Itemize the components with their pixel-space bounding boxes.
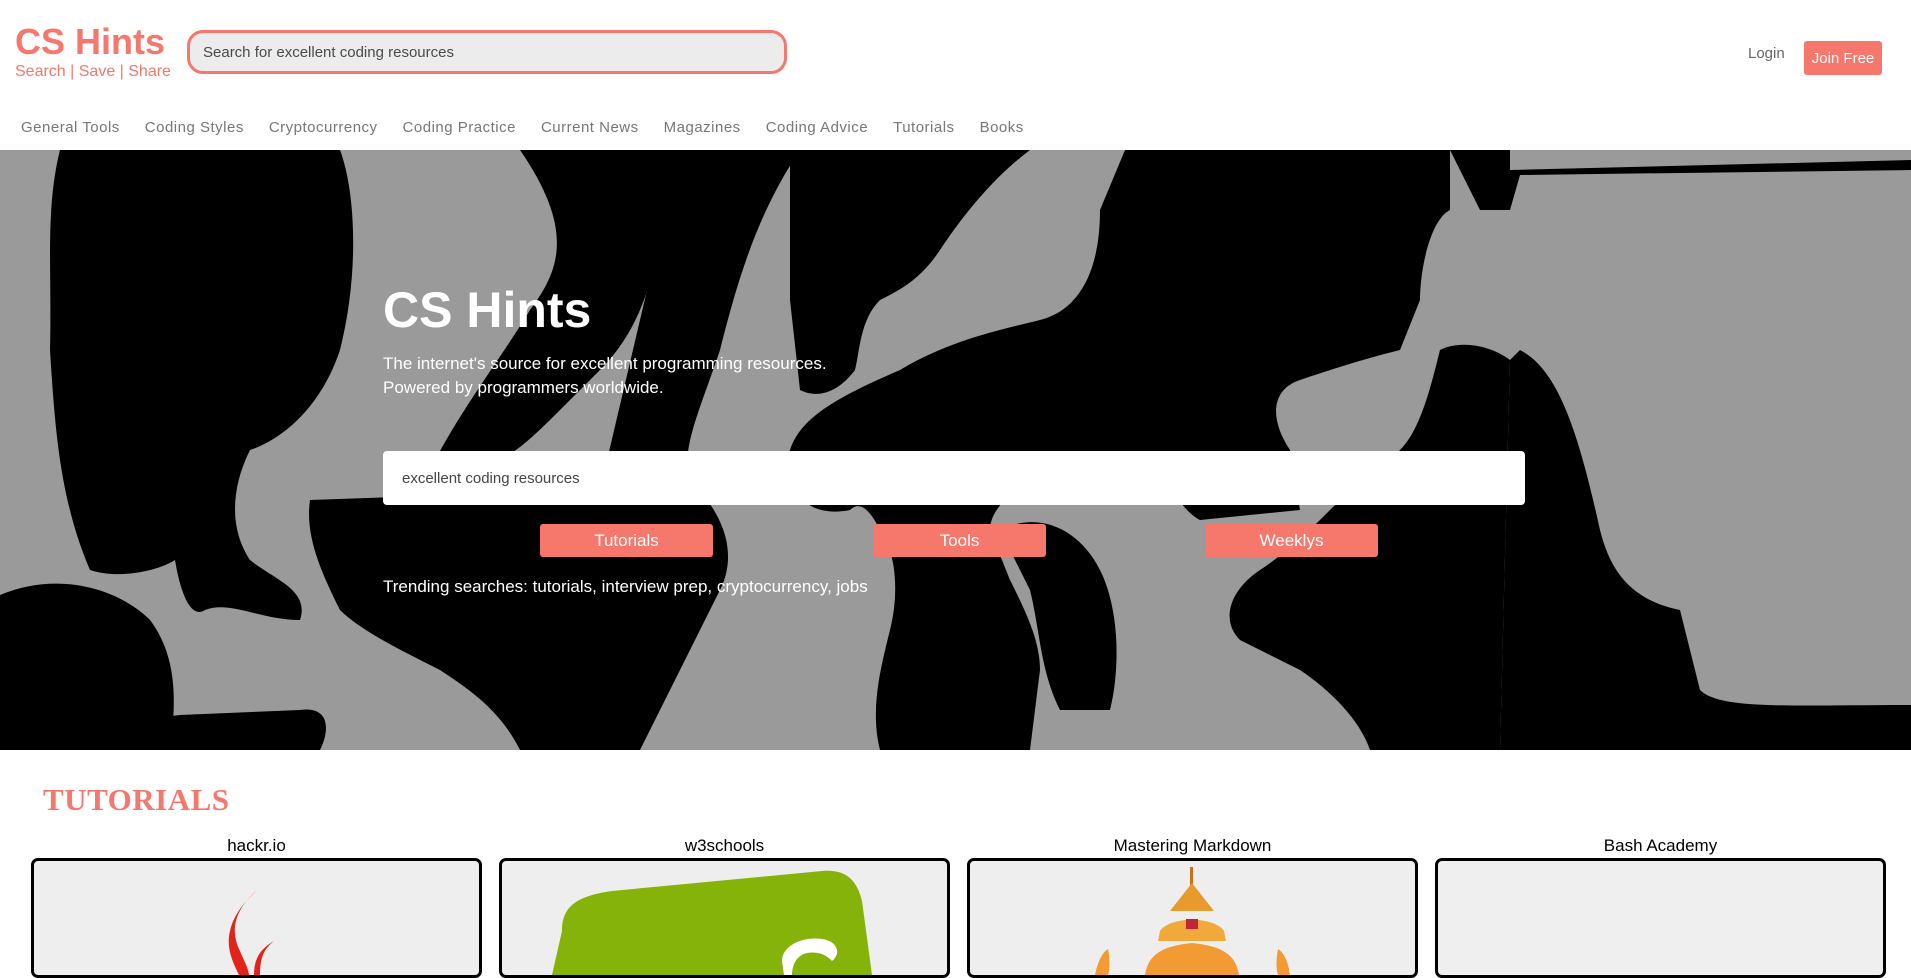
- hero-background-pattern: [0, 150, 1911, 750]
- hero-subtitle-line1: The internet's source for excellent prog…: [383, 354, 827, 373]
- tools-button[interactable]: Tools: [873, 524, 1046, 557]
- tutorials-button[interactable]: Tutorials: [540, 524, 713, 557]
- login-link[interactable]: Login: [1748, 45, 1785, 62]
- nav-item-general-tools[interactable]: General Tools: [21, 116, 120, 140]
- tutorial-card[interactable]: Mastering Markdown: [967, 836, 1418, 978]
- trending-searches: Trending searches: tutorials, interview …: [383, 577, 868, 596]
- header-search-input[interactable]: [187, 30, 787, 74]
- hero-title: CS Hints: [383, 282, 592, 338]
- nav-item-coding-advice[interactable]: Coding Advice: [766, 116, 868, 140]
- brand-tagline: Search | Save | Share: [15, 63, 171, 80]
- hero-subtitle: The internet's source for excellent prog…: [383, 352, 1525, 400]
- nav-item-cryptocurrency[interactable]: Cryptocurrency: [269, 116, 378, 140]
- nav-item-coding-styles[interactable]: Coding Styles: [145, 116, 244, 140]
- category-nav: General Tools Coding Styles Cryptocurren…: [0, 116, 1049, 140]
- java-logo-icon: [228, 891, 274, 975]
- card-title[interactable]: Bash Academy: [1435, 836, 1886, 856]
- brand-logo[interactable]: CS Hints Search | Save | Share: [15, 22, 171, 82]
- join-free-button[interactable]: Join Free: [1804, 41, 1882, 75]
- weeklys-button[interactable]: Weeklys: [1205, 524, 1378, 557]
- tutorials-heading: TUTORIALS: [43, 782, 230, 817]
- hero-search-input[interactable]: [383, 451, 1525, 505]
- card-title[interactable]: hackr.io: [31, 836, 482, 856]
- nav-item-books[interactable]: Books: [980, 116, 1024, 140]
- tutorial-card[interactable]: Bash Academy: [1435, 836, 1886, 978]
- card-image[interactable]: [967, 858, 1418, 978]
- tutorial-card[interactable]: hackr.io: [31, 836, 482, 978]
- card-title[interactable]: Mastering Markdown: [967, 836, 1418, 856]
- card-title[interactable]: w3schools: [499, 836, 950, 856]
- nav-item-magazines[interactable]: Magazines: [664, 116, 741, 140]
- hero-content: CS Hints The internet's source for excel…: [383, 280, 1525, 400]
- nav-item-tutorials[interactable]: Tutorials: [893, 116, 954, 140]
- hero-subtitle-line2: Powered by programmers worldwide.: [383, 378, 664, 397]
- nav-item-current-news[interactable]: Current News: [541, 116, 639, 140]
- card-image[interactable]: [1435, 858, 1886, 978]
- temple-illustration-icon: [1095, 867, 1290, 975]
- nav-item-coding-practice[interactable]: Coding Practice: [403, 116, 516, 140]
- tutorial-cards: hackr.io w3schools Mastering Markdown Ba…: [31, 836, 1888, 978]
- brand-title: CS Hints: [15, 21, 166, 62]
- card-image[interactable]: [499, 858, 950, 978]
- hero-banner: CS Hints The internet's source for excel…: [0, 150, 1911, 750]
- site-header: CS Hints Search | Save | Share Login Joi…: [0, 0, 1911, 106]
- tutorial-card[interactable]: w3schools: [499, 836, 950, 978]
- card-image[interactable]: [31, 858, 482, 978]
- w3schools-logo-icon: [552, 870, 872, 975]
